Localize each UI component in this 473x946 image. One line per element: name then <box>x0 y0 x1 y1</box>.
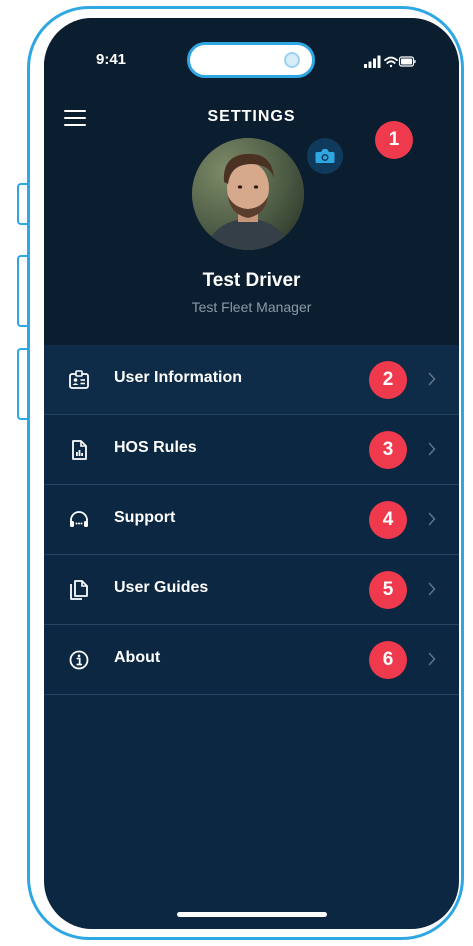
callout-badge-4: 4 <box>369 501 407 539</box>
battery-icon <box>398 56 416 67</box>
menu-item-label: Support <box>114 509 176 526</box>
status-icons <box>364 55 416 74</box>
signal-icon <box>364 55 381 68</box>
menu-item-label: User Guides <box>114 579 209 596</box>
callout-badge-5: 5 <box>369 571 407 609</box>
phone-side-button-volume-down <box>17 348 27 420</box>
menu-item-about[interactable]: About 6 <box>44 625 459 695</box>
chevron-right-icon <box>428 512 436 526</box>
dynamic-island <box>187 42 315 78</box>
menu-item-support[interactable]: Support 4 <box>44 485 459 555</box>
document-chart-icon <box>72 440 87 460</box>
callout-badge-3: 3 <box>369 431 407 469</box>
callout-badge-6: 6 <box>369 641 407 679</box>
menu-item-label: HOS Rules <box>114 439 197 456</box>
change-photo-button[interactable] <box>307 138 343 174</box>
id-card-icon <box>69 370 89 389</box>
menu-item-user-guides[interactable]: User Guides 5 <box>44 555 459 625</box>
wifi-icon <box>384 56 398 68</box>
callout-badge-1: 1 <box>375 121 413 159</box>
phone-side-button-mute <box>17 183 27 225</box>
app-screen: 9:41 SETTINGS 1 Test Driver Test Fleet M… <box>44 18 459 929</box>
headset-icon <box>70 511 88 527</box>
avatar[interactable] <box>192 138 304 250</box>
menu-item-label: About <box>114 649 161 666</box>
home-indicator[interactable] <box>177 912 327 917</box>
copy-document-icon <box>70 580 88 600</box>
menu-item-user-information[interactable]: User Information 2 <box>44 345 459 415</box>
settings-menu: User Information 2 HOS Rules 3 Support 4… <box>44 345 459 695</box>
menu-item-hos-rules[interactable]: HOS Rules 3 <box>44 415 459 485</box>
info-icon <box>69 650 89 670</box>
user-role: Test Fleet Manager <box>191 299 312 315</box>
chevron-right-icon <box>428 652 436 666</box>
camera-icon <box>315 149 335 163</box>
phone-side-button-volume-up <box>17 255 27 327</box>
chevron-right-icon <box>428 372 436 386</box>
chevron-right-icon <box>428 442 436 456</box>
status-time: 9:41 <box>96 51 127 68</box>
camera-dot-icon <box>284 52 300 68</box>
chevron-right-icon <box>428 582 436 596</box>
callout-badge-2: 2 <box>369 361 407 399</box>
user-name: Test Driver <box>202 270 301 291</box>
menu-item-label: User Information <box>114 369 243 386</box>
